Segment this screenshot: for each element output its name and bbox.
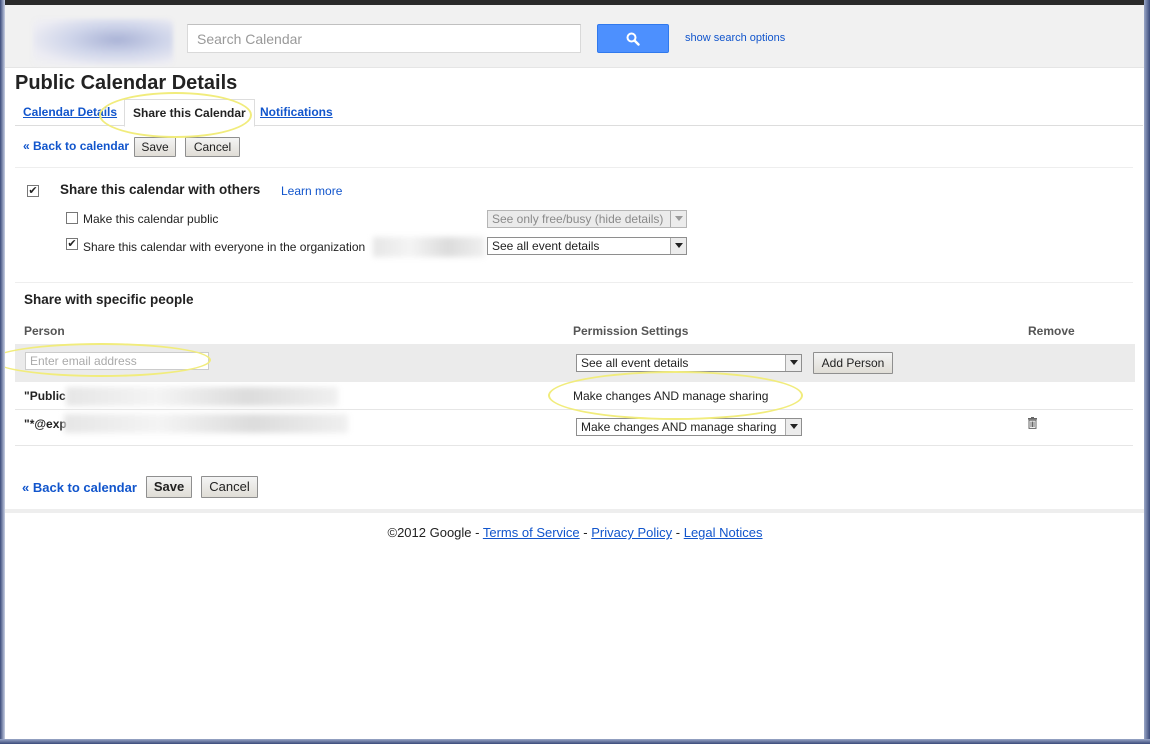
frame-top-edge	[0, 0, 1150, 5]
search-button[interactable]	[597, 24, 669, 53]
back-to-calendar-link[interactable]: « Back to calendar	[22, 480, 137, 495]
privacy-policy-link[interactable]: Privacy Policy	[591, 525, 672, 540]
column-person: Person	[24, 324, 65, 338]
footer-separator: -	[672, 525, 684, 540]
make-public-label: Make this calendar public	[83, 212, 219, 226]
section-divider	[15, 282, 1133, 283]
cancel-button[interactable]: Cancel	[185, 137, 240, 157]
add-person-button[interactable]: Add Person	[813, 352, 893, 374]
legal-notices-link[interactable]: Legal Notices	[684, 525, 763, 540]
frame-left-edge	[0, 0, 5, 744]
cancel-button[interactable]: Cancel	[201, 476, 258, 498]
page-title: Public Calendar Details	[15, 72, 238, 94]
footer-divider	[5, 509, 1144, 513]
checkmark-icon: ✔	[28, 185, 38, 197]
dropdown-arrow-icon	[785, 419, 801, 435]
share-enabled-checkbox[interactable]: ✔	[27, 185, 39, 197]
share-org-label: Share this calendar with everyone in the…	[83, 240, 366, 254]
person-permission-select[interactable]: Make changes AND manage sharing	[576, 418, 802, 436]
person-name: "Public	[24, 389, 66, 403]
top-action-bar: « Back to calendar Save Cancel	[15, 127, 1133, 168]
org-permission-value: See all event details	[492, 239, 600, 253]
person-email-redacted	[64, 414, 348, 433]
share-specific-heading: Share with specific people	[24, 292, 194, 307]
search-icon	[626, 32, 640, 46]
footer: ©2012 Google - Terms of Service - Privac…	[0, 525, 1150, 540]
show-search-options-link[interactable]: show search options	[685, 32, 785, 44]
save-button[interactable]: Save	[146, 476, 192, 498]
person-permission-text: Make changes AND manage sharing	[573, 389, 769, 403]
row-divider	[15, 445, 1133, 446]
make-public-checkbox[interactable]	[66, 212, 78, 224]
tab-share-this-calendar[interactable]: Share this Calendar	[124, 99, 255, 127]
tab-notifications[interactable]: Notifications	[260, 105, 333, 119]
dropdown-arrow-icon	[670, 211, 686, 227]
learn-more-link[interactable]: Learn more	[281, 184, 342, 198]
email-field[interactable]	[25, 352, 209, 370]
dropdown-arrow-icon	[785, 355, 801, 371]
dropdown-arrow-icon	[670, 238, 686, 254]
public-permission-select[interactable]: See only free/busy (hide details)	[487, 210, 687, 228]
screenshot-frame: show search options Public Calendar Deta…	[0, 0, 1150, 744]
logo	[33, 19, 173, 65]
share-heading: Share this calendar with others	[60, 182, 261, 197]
row-divider	[15, 409, 1133, 410]
checkmark-icon: ✔	[67, 238, 77, 250]
column-permission: Permission Settings	[573, 324, 689, 338]
new-person-permission-value: See all event details	[581, 356, 689, 370]
header-bar: show search options	[5, 5, 1144, 68]
footer-separator: -	[579, 525, 592, 540]
search-input[interactable]	[187, 24, 581, 53]
share-org-checkbox[interactable]: ✔	[66, 238, 78, 250]
trash-icon	[1028, 417, 1037, 429]
frame-right-edge	[1144, 0, 1150, 744]
column-remove: Remove	[1028, 324, 1075, 338]
person-email-redacted	[66, 387, 338, 406]
public-permission-value: See only free/busy (hide details)	[492, 212, 664, 226]
new-person-permission-select[interactable]: See all event details	[576, 354, 802, 372]
save-button[interactable]: Save	[134, 137, 176, 157]
remove-person-button[interactable]	[1027, 417, 1039, 430]
organization-name-redacted	[373, 237, 485, 257]
person-permission-value: Make changes AND manage sharing	[581, 420, 777, 434]
frame-bottom-edge	[0, 739, 1150, 744]
person-name: "*@exp	[24, 417, 67, 431]
tab-bar: Calendar Details Share this Calendar Not…	[15, 98, 1143, 127]
org-permission-select[interactable]: See all event details	[487, 237, 687, 255]
copyright-text: ©2012 Google -	[387, 525, 483, 540]
terms-of-service-link[interactable]: Terms of Service	[483, 525, 580, 540]
back-to-calendar-link[interactable]: « Back to calendar	[23, 139, 129, 153]
tab-calendar-details[interactable]: Calendar Details	[23, 105, 117, 119]
